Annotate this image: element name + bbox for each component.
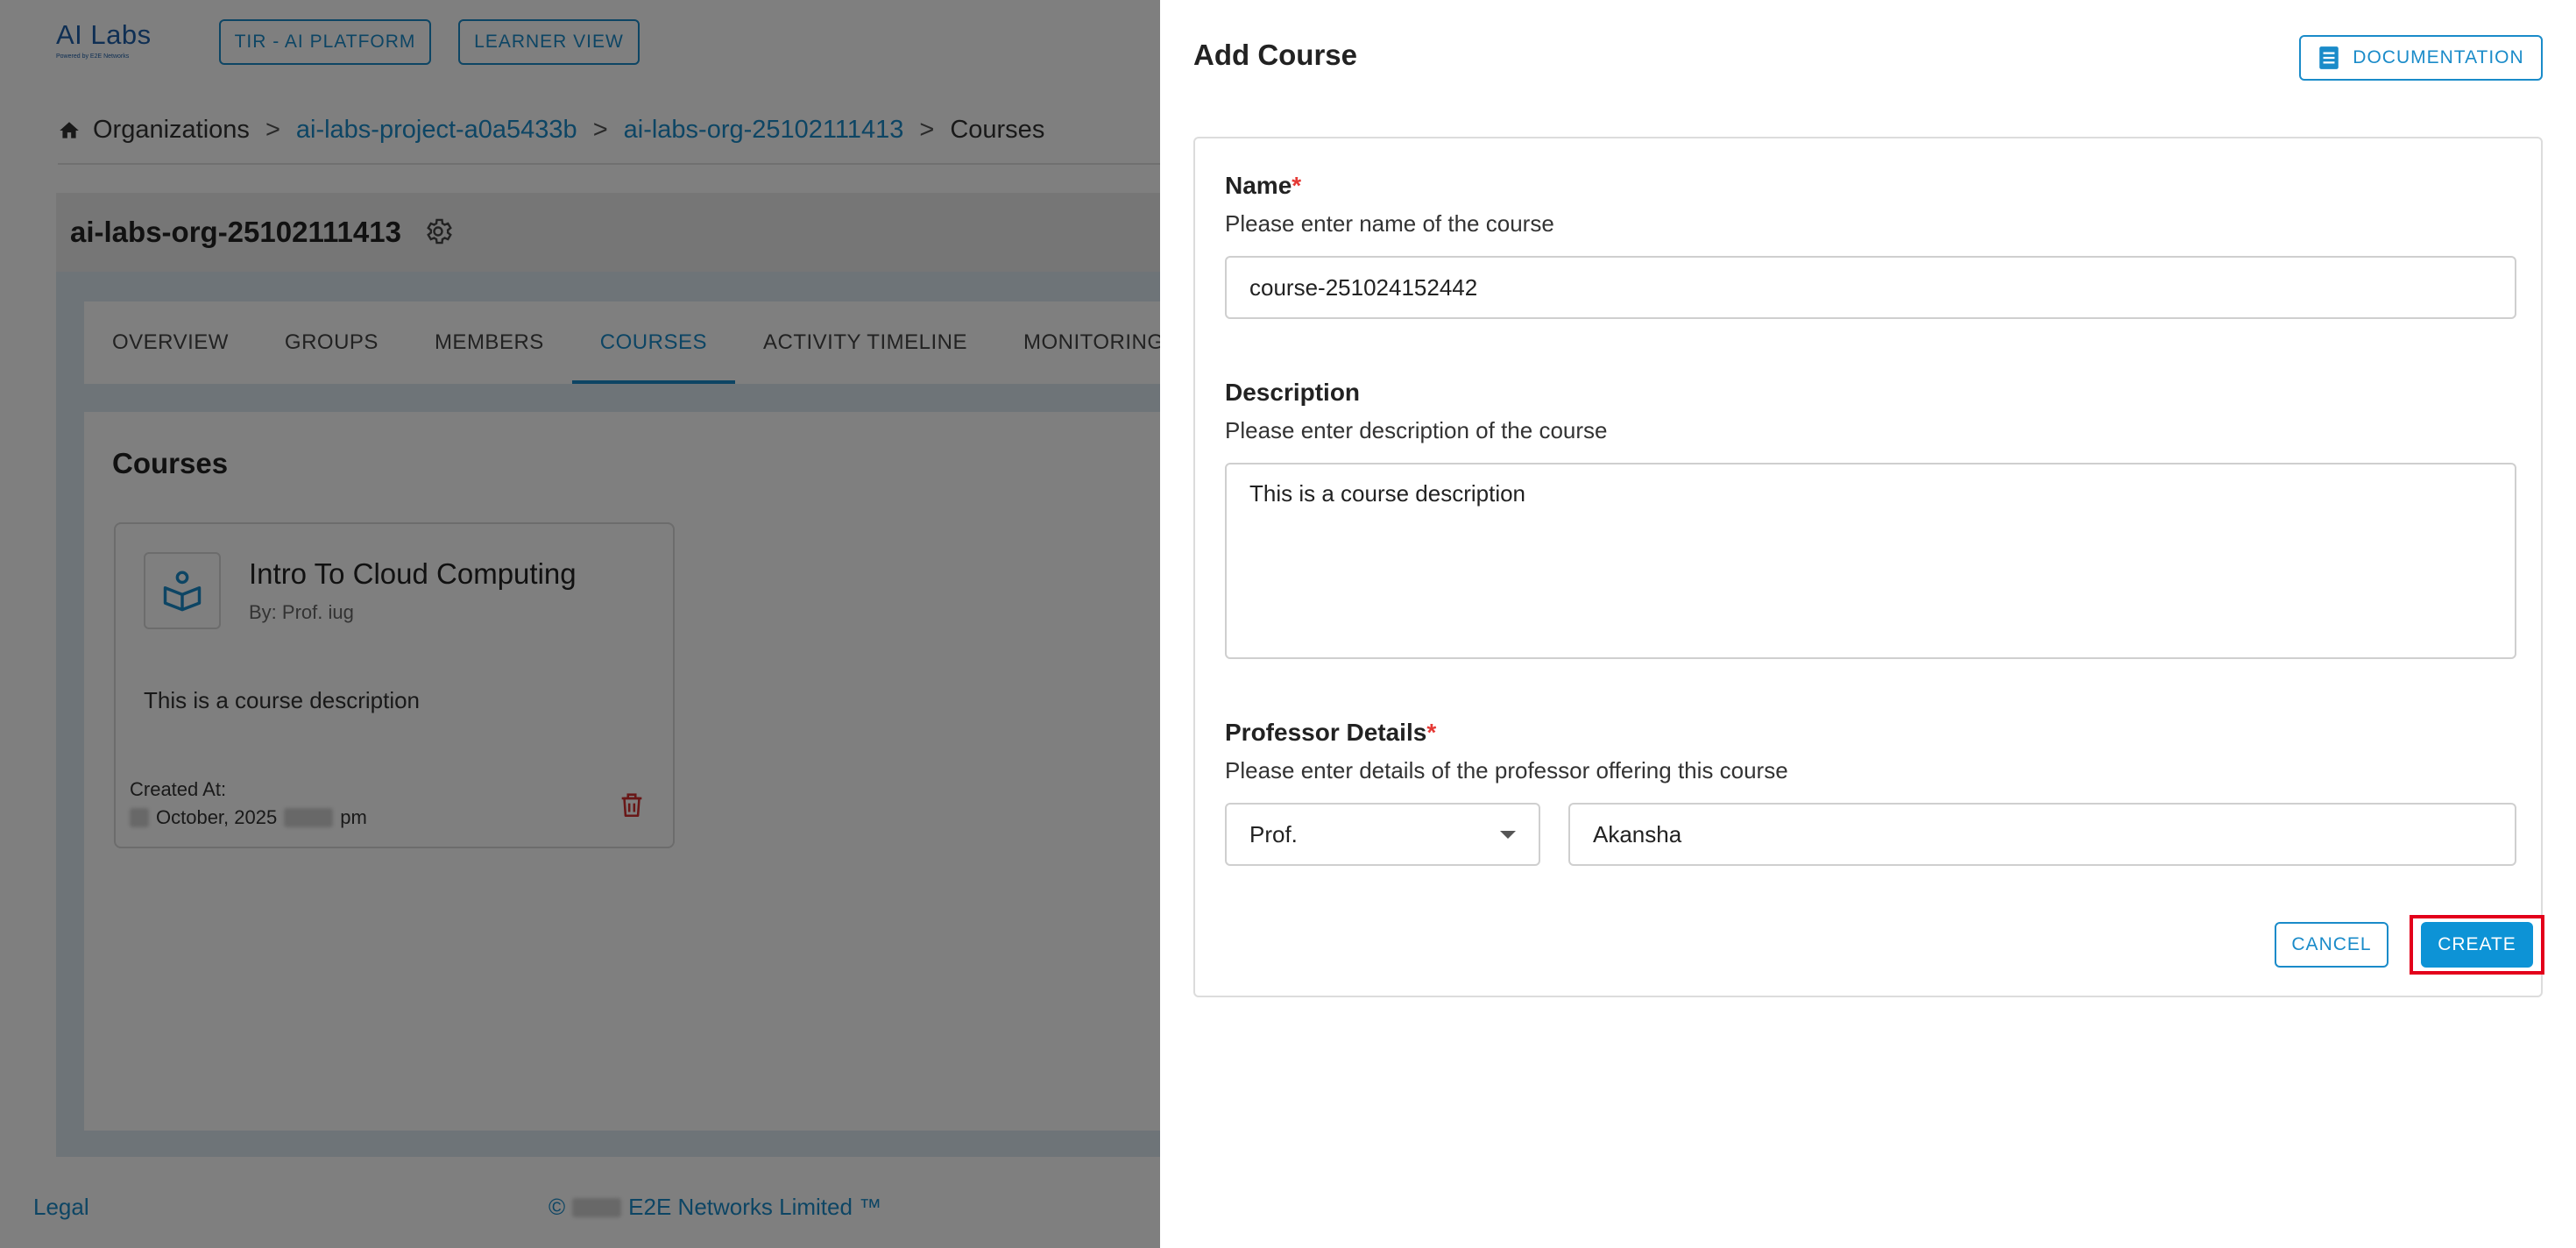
document-icon (2319, 46, 2339, 69)
add-course-drawer: Add Course DOCUMENTATION Name* Please en… (1160, 0, 2576, 1248)
documentation-label: DOCUMENTATION (2353, 47, 2524, 67)
cancel-button[interactable]: CANCEL (2275, 922, 2388, 968)
description-help: Please enter description of the course (1225, 417, 1608, 443)
professor-label: Professor Details* (1225, 719, 1436, 747)
create-button-highlight: CREATE (2410, 915, 2544, 975)
drawer-title: Add Course (1193, 39, 1358, 71)
create-button[interactable]: CREATE (2421, 922, 2533, 968)
name-label-text: Name (1225, 172, 1292, 199)
required-marker: * (1426, 719, 1437, 746)
name-help: Please enter name of the course (1225, 210, 1554, 237)
documentation-button[interactable]: DOCUMENTATION (2299, 35, 2543, 81)
professor-name-input[interactable]: Akansha (1568, 803, 2516, 866)
name-label: Name* (1225, 172, 1301, 200)
professor-title-value: Prof. (1249, 820, 1298, 847)
professor-help: Please enter details of the professor of… (1225, 757, 1788, 784)
description-label: Description (1225, 379, 1361, 406)
modal-backdrop[interactable] (0, 0, 1160, 1248)
required-marker: * (1292, 172, 1302, 199)
course-name-input[interactable]: course-251024152442 (1225, 256, 2516, 319)
chevron-down-icon (1500, 830, 1516, 839)
professor-title-select[interactable]: Prof. (1225, 803, 1540, 866)
add-course-form: Name* Please enter name of the course co… (1193, 137, 2544, 997)
description-textarea[interactable]: This is a course description (1225, 463, 2516, 659)
professor-label-text: Professor Details (1225, 719, 1427, 746)
